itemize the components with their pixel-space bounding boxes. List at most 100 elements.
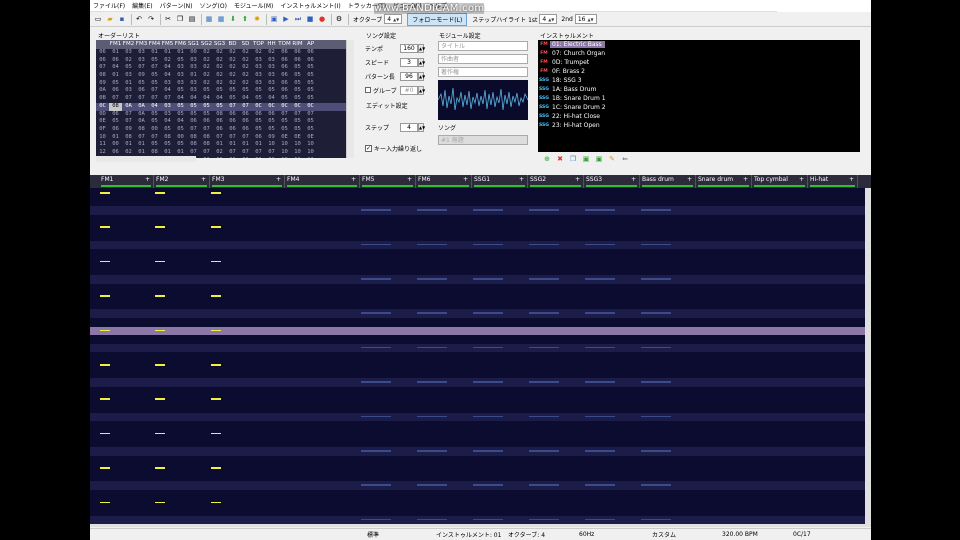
paste-icon[interactable]: ▤ <box>187 14 197 24</box>
menu-item-0[interactable]: ファイル(F) <box>93 1 125 10</box>
order-cell[interactable]: 0E <box>96 118 109 126</box>
channel-expand-icon[interactable]: + <box>463 175 468 185</box>
order-cell[interactable]: 02 <box>213 64 226 72</box>
pattern-row[interactable] <box>90 421 865 430</box>
pattern-cell[interactable] <box>417 450 447 452</box>
pattern-row[interactable] <box>90 284 865 293</box>
order-cell[interactable]: 02 <box>239 57 252 65</box>
tempo-spin[interactable]: ▲▼ <box>418 43 425 53</box>
order-cell[interactable]: 03 <box>187 57 200 65</box>
pattern-cell[interactable] <box>641 243 671 246</box>
order-cell[interactable]: 05 <box>265 126 278 134</box>
order-cell[interactable]: 03 <box>187 87 200 95</box>
star-icon[interactable]: ✸ <box>252 14 262 24</box>
title-input[interactable]: タイトル <box>438 41 528 51</box>
order-cell[interactable]: 06 <box>109 87 122 95</box>
pattern-cell[interactable] <box>211 364 221 366</box>
order-cell[interactable]: 08 <box>109 102 122 111</box>
order-cell[interactable]: 06 <box>252 134 265 142</box>
order-cell[interactable]: 09 <box>96 80 109 88</box>
order-cell[interactable]: 05 <box>291 126 304 134</box>
order-cell[interactable]: 04 <box>148 103 161 111</box>
order-cell[interactable]: 08 <box>135 126 148 134</box>
order-cell[interactable]: 07 <box>148 95 161 103</box>
order-cell[interactable]: 06 <box>278 64 291 72</box>
instrument-item[interactable]: FM 0D: Trumpet <box>538 58 860 67</box>
order-cell[interactable]: 02 <box>226 49 239 57</box>
order-cell[interactable]: 07 <box>200 126 213 134</box>
order-cell[interactable]: 05 <box>213 103 226 111</box>
order-cell[interactable]: 07 <box>148 87 161 95</box>
order-cell[interactable]: 01 <box>135 141 148 149</box>
channel-expand-icon[interactable]: + <box>276 175 281 185</box>
order-cell[interactable]: 06 <box>135 87 148 95</box>
pattern-cell[interactable] <box>155 398 165 400</box>
instrument-list[interactable]: FM 01: Electric Bass FM 07: Church Organ FM 0… <box>538 40 860 152</box>
pattern-cell[interactable] <box>641 484 671 486</box>
order-cell[interactable]: 05 <box>174 111 187 119</box>
pattern-cell[interactable] <box>585 243 615 246</box>
order-cell[interactable]: 06 <box>96 49 109 57</box>
pattern-cell[interactable] <box>585 278 615 280</box>
order-cell[interactable]: 04 <box>109 64 122 72</box>
pattern-cell[interactable] <box>361 381 391 383</box>
order-cell[interactable]: 03 <box>161 80 174 88</box>
pattern-cell[interactable] <box>100 432 110 435</box>
order-cell[interactable]: 05 <box>252 126 265 134</box>
pattern-icon[interactable]: ▦ <box>204 14 214 24</box>
octave-spinner[interactable]: 4 ▲▼ <box>384 14 403 24</box>
order-cell[interactable]: 07 <box>148 64 161 72</box>
pattern-cell[interactable] <box>417 518 447 521</box>
order-cell[interactable]: 09 <box>135 72 148 80</box>
order-cell[interactable]: 07 <box>148 134 161 142</box>
channel-expand-icon[interactable]: + <box>201 175 206 185</box>
pattern-cell[interactable] <box>155 295 165 297</box>
copy-icon[interactable]: ❐ <box>175 14 185 24</box>
order-cell[interactable]: 02 <box>161 57 174 65</box>
order-cell[interactable]: 05 <box>304 126 317 134</box>
order-cell[interactable]: 05 <box>200 111 213 119</box>
order-cell[interactable]: 03 <box>174 72 187 80</box>
order-cell[interactable]: 05 <box>200 103 213 111</box>
pattern-row[interactable] <box>90 292 865 301</box>
order-cell[interactable]: 06 <box>226 111 239 119</box>
order-cell[interactable]: 06 <box>109 126 122 134</box>
order-cell[interactable]: 05 <box>265 87 278 95</box>
order-cell[interactable]: 07 <box>304 111 317 119</box>
pattern-row[interactable] <box>90 258 865 267</box>
pattern-cell[interactable] <box>641 415 671 418</box>
step-highlight-2nd-spinner[interactable]: 16 ▲▼ <box>574 14 597 24</box>
order-cell[interactable]: 07 <box>200 149 213 157</box>
order-cell[interactable]: 07 <box>278 111 291 119</box>
order-cell[interactable]: 05 <box>200 87 213 95</box>
order-cell[interactable]: 05 <box>226 95 239 103</box>
pattern-cell[interactable] <box>100 295 110 297</box>
pattern-row[interactable] <box>90 404 865 413</box>
order-cell[interactable]: 0C <box>252 103 265 111</box>
order-cell[interactable]: 05 <box>187 103 200 111</box>
pattern-cell[interactable] <box>417 312 447 314</box>
pattern-cell[interactable] <box>641 209 671 211</box>
key-repeat-checkbox[interactable]: ✓ <box>365 145 372 152</box>
order-cell[interactable]: 04 <box>174 95 187 103</box>
pattern-cell[interactable] <box>100 329 110 332</box>
pattern-cell[interactable] <box>585 415 615 418</box>
order-cell[interactable]: 06 <box>278 87 291 95</box>
order-cell[interactable]: 07 <box>122 118 135 126</box>
order-cell[interactable]: 03 <box>174 64 187 72</box>
order-cell[interactable]: 11 <box>96 141 109 149</box>
menu-item-1[interactable]: 編集(E) <box>132 1 152 10</box>
pattern-cell[interactable] <box>473 278 503 280</box>
step-spin[interactable]: ▲▼ <box>418 122 425 132</box>
channel-expand-icon[interactable]: + <box>849 175 854 185</box>
order-cell[interactable]: 01 <box>239 157 252 158</box>
order-cell[interactable]: 04 <box>239 95 252 103</box>
order-cell[interactable]: 02 <box>239 72 252 80</box>
pattern-cell[interactable] <box>361 209 391 211</box>
pattern-row[interactable] <box>90 352 865 361</box>
order-row[interactable]: 06 06 02 03 05 02 05 03 02 02 02 02 03 03 06 06 06 <box>96 57 346 65</box>
channel-expand-icon[interactable]: + <box>351 175 356 185</box>
order-cell[interactable]: 05 <box>174 57 187 65</box>
order-cell[interactable]: 05 <box>278 126 291 134</box>
order-cell[interactable]: 05 <box>148 141 161 149</box>
